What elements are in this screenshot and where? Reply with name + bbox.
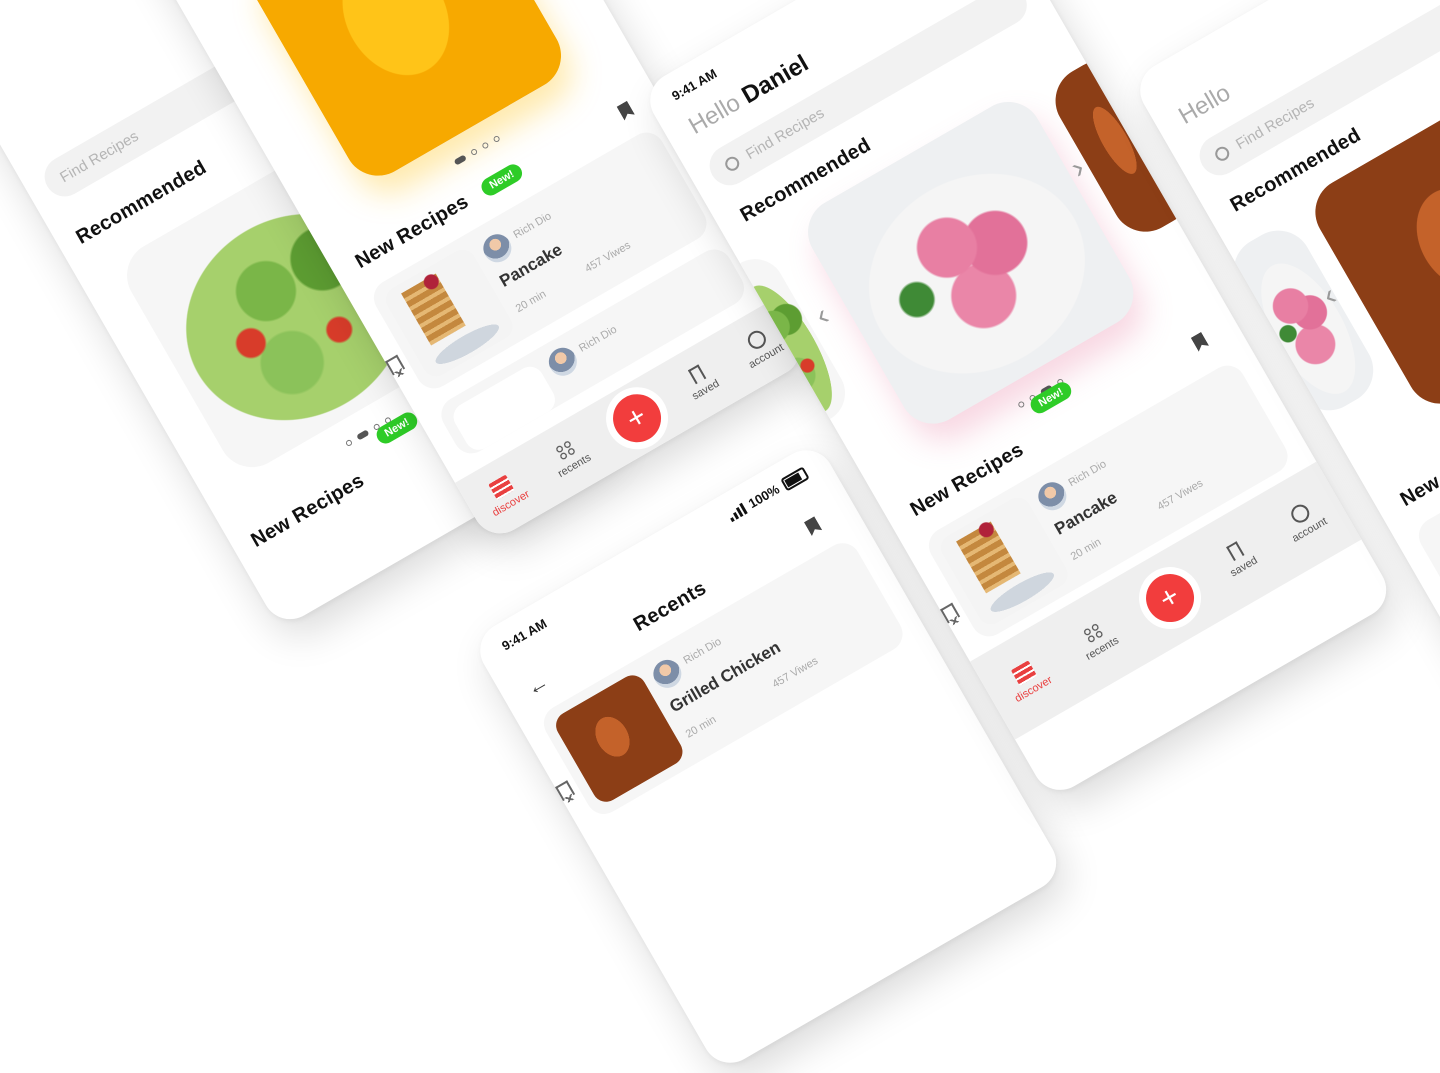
signal-icon [726, 502, 748, 522]
recipe-views: 457 Viwes [583, 239, 633, 276]
recipe-views: 457 Viwes [1155, 477, 1206, 513]
author-name: Rich Dio [1066, 458, 1109, 490]
add-recipe-button[interactable]: + [603, 385, 670, 452]
recipe-views: 457 Viwes [770, 654, 821, 691]
recipe-time: 20 min [513, 288, 549, 316]
tab-recents[interactable]: recents [1074, 617, 1121, 663]
bookmark-icon[interactable] [1191, 332, 1209, 352]
author-name: Rich Dio [511, 210, 554, 242]
recipe-name[interactable]: Grilled Chicken [666, 638, 784, 718]
status-bar: 100% [725, 465, 810, 523]
add-recipe-button[interactable]: + [1136, 565, 1203, 632]
status-time: 9:41 AM [669, 65, 720, 104]
search-icon[interactable] [722, 154, 742, 174]
tab-account[interactable]: account [1279, 496, 1329, 545]
recipe-image-chicken [550, 670, 688, 807]
recipe-image-pancake [380, 244, 518, 382]
tab-discover[interactable]: discover [479, 469, 532, 519]
bookmark-outline-icon[interactable] [940, 602, 961, 624]
recipe-card[interactable]: Rich Dio Grilled Chicken 20 min 457 Viwe… [537, 536, 910, 821]
new-recipes-title: New Recipes [1396, 429, 1440, 511]
hero-image-juice[interactable] [240, 0, 574, 189]
status-time: 9:41 AM [499, 615, 550, 654]
tab-saved[interactable]: saved [1218, 537, 1260, 579]
author-avatar[interactable] [648, 654, 687, 693]
author-name: Rich Dio [577, 323, 620, 355]
tab-discover[interactable]: discover [1002, 655, 1054, 705]
saved-icon [687, 364, 707, 385]
recipe-image-pancake [935, 492, 1073, 630]
search-icon[interactable] [1212, 144, 1232, 164]
search-placeholder: Find Recipes [1232, 94, 1318, 153]
new-recipes-title: New Recipes [247, 469, 369, 552]
new-badge: New! [478, 161, 526, 199]
author-avatar[interactable] [543, 342, 582, 381]
chevron-left-icon[interactable]: ‹ [810, 299, 836, 333]
new-badge: New! [373, 409, 421, 447]
recipe-time: 20 min [1068, 536, 1104, 563]
carousel-dots[interactable] [453, 134, 501, 166]
greeting: Hello [1174, 79, 1235, 131]
author-avatar[interactable] [478, 229, 517, 268]
search-placeholder: Find Recipes [742, 104, 828, 163]
bookmark-icon[interactable] [804, 516, 822, 536]
greeting-hello: Hello [684, 89, 746, 140]
author-name: Rich Dio [681, 635, 724, 667]
tab-recents[interactable]: recents [546, 434, 593, 480]
back-arrow-icon[interactable]: ← [522, 668, 554, 702]
greeting-hello: Hello [1174, 79, 1236, 130]
tab-saved[interactable]: saved [680, 360, 722, 403]
bookmark-outline-icon[interactable] [555, 780, 576, 802]
author-avatar[interactable] [1033, 477, 1072, 516]
battery-text: 100% [745, 481, 783, 512]
saved-icon [1225, 541, 1245, 562]
battery-icon [779, 465, 810, 492]
bookmark-icon[interactable] [617, 101, 635, 121]
